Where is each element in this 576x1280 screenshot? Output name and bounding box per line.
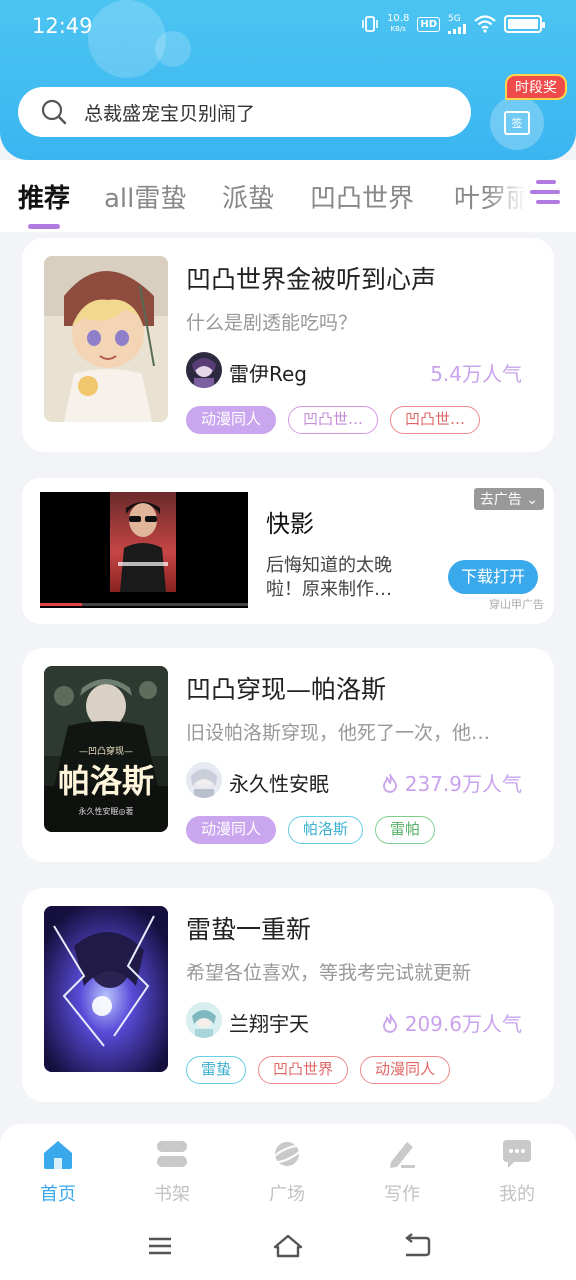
ad-card[interactable]: 快影 后悔知道的太晚啦！原来制作… 去广告 ⌄ 下载打开 穿山甲广告: [22, 478, 554, 624]
author-name: 兰翔宇天: [229, 1012, 309, 1036]
author-name: 雷伊Reg: [229, 362, 307, 386]
home-icon: [44, 1141, 72, 1169]
tag[interactable]: 凹凸世界: [258, 1056, 349, 1084]
tag[interactable]: 动漫同人: [360, 1056, 451, 1084]
popularity: 5.4万人气: [430, 362, 522, 386]
nav-home[interactable]: 首页: [18, 1138, 98, 1206]
video-progress: [40, 603, 248, 606]
tag[interactable]: 雷帕: [375, 816, 436, 844]
status-time: 12:49: [32, 14, 93, 38]
active-tab-indicator: [28, 224, 60, 229]
tag[interactable]: 动漫同人: [186, 406, 277, 434]
book-description: 旧设帕洛斯穿现，他死了一次，他…: [186, 722, 491, 744]
bookshelf-icon: [157, 1141, 187, 1167]
signin-button[interactable]: 签: [490, 96, 544, 150]
nav-write[interactable]: 写作: [362, 1138, 442, 1206]
tag-list: 动漫同人 凹凸世… 凹凸世…: [186, 406, 481, 434]
tab-recommend[interactable]: 推荐: [18, 178, 70, 215]
author-avatar: [186, 352, 222, 388]
system-nav-bar: [0, 1212, 576, 1280]
hd-badge: HD: [417, 16, 440, 32]
book-cover: [44, 906, 168, 1072]
ad-description: 后悔知道的太晚啦！原来制作…: [266, 555, 392, 600]
ad-source: 穿山甲广告: [489, 598, 544, 611]
tag[interactable]: 凹凸世…: [390, 406, 481, 434]
ad-title: 快影: [266, 510, 314, 538]
tab-paizhe[interactable]: 派蛰: [222, 178, 274, 215]
tag[interactable]: 动漫同人: [186, 816, 277, 844]
ad-video-frame: [110, 492, 176, 592]
cover-title: 帕洛斯: [57, 762, 154, 800]
battery-icon: [504, 15, 545, 33]
category-menu-icon[interactable]: [530, 180, 560, 206]
cell-signal: 5G: [448, 14, 466, 34]
status-bar: 12:49 10.8 KB/s HD 5G: [0, 0, 576, 56]
book-card[interactable]: —凹凸穿现— 帕洛斯 永久性安眠◎著 凹凸穿现—帕洛斯 旧设帕洛斯穿现，他死了一…: [22, 648, 554, 862]
flame-icon: [382, 1013, 397, 1033]
popularity: 209.6万人气: [381, 1008, 522, 1037]
net-speed: 10.8 KB/s: [387, 13, 410, 34]
back-icon[interactable]: [402, 1232, 432, 1260]
tab-all-leizhe[interactable]: all雷蛰: [104, 178, 186, 215]
cover-author: 永久性安眠◎著: [78, 807, 134, 816]
book-description: 什么是剧透能吃吗？: [186, 312, 358, 334]
nav-bookshelf[interactable]: 书架: [132, 1138, 212, 1206]
book-cover: [44, 256, 168, 422]
book-card[interactable]: 雷蛰一重新 希望各位喜欢，等我考完试就更新 兰翔宇天 209.6万人气 雷蛰 凹…: [22, 888, 554, 1102]
ad-video[interactable]: [40, 492, 248, 608]
category-tabs: 推荐 all雷蛰 派蛰 凹凸世界 叶罗丽: [0, 160, 576, 232]
search-placeholder: 总裁盛宠宝贝别闹了: [84, 102, 256, 125]
signin-icon: 签: [504, 111, 530, 135]
author-avatar: [186, 762, 222, 798]
popularity: 237.9万人气: [381, 768, 522, 797]
tag[interactable]: 雷蛰: [186, 1056, 247, 1084]
tag[interactable]: 凹凸世…: [288, 406, 379, 434]
book-card[interactable]: 凹凸世界金被听到心声 什么是剧透能吃吗？ 雷伊Reg 5.4万人气 动漫同人 凹…: [22, 238, 554, 452]
bottom-nav: 首页 书架 广场 写作 我的: [0, 1124, 576, 1212]
author-avatar: [186, 1002, 222, 1038]
author-name: 永久性安眠: [229, 772, 329, 796]
book-cover: —凹凸穿现— 帕洛斯 永久性安眠◎著: [44, 666, 168, 832]
search-bar[interactable]: 总裁盛宠宝贝别闹了: [18, 87, 471, 137]
top-header: 12:49 10.8 KB/s HD 5G 总裁盛宠宝贝别闹了: [0, 0, 576, 160]
recents-icon[interactable]: [146, 1232, 174, 1260]
tag-list: 动漫同人 帕洛斯 雷帕: [186, 816, 436, 844]
nav-square[interactable]: 广场: [247, 1138, 327, 1206]
book-title: 凹凸穿现—帕洛斯: [186, 675, 387, 704]
pen-icon: [390, 1142, 415, 1168]
tab-aotu-world[interactable]: 凹凸世界: [310, 178, 414, 215]
status-icons: 10.8 KB/s HD 5G: [361, 13, 545, 34]
book-description: 希望各位喜欢，等我考完试就更新: [186, 962, 472, 984]
remove-ad-button[interactable]: 去广告 ⌄: [473, 488, 544, 510]
home-nav-icon[interactable]: [272, 1232, 304, 1260]
tag[interactable]: 帕洛斯: [288, 816, 364, 844]
wifi-icon: [474, 15, 496, 33]
vibrate-icon: [362, 16, 378, 32]
ad-download-button[interactable]: 下载打开: [448, 560, 538, 594]
flame-icon: [382, 773, 397, 793]
chat-bubble-icon: [503, 1140, 531, 1168]
tag-list: 雷蛰 凹凸世界 动漫同人: [186, 1056, 451, 1084]
search-icon: [41, 99, 67, 125]
book-title: 凹凸世界金被听到心声: [186, 265, 437, 294]
planet-icon: [271, 1142, 303, 1166]
nav-mine[interactable]: 我的: [477, 1138, 557, 1206]
book-title: 雷蛰一重新: [186, 915, 312, 944]
reward-badge: 时段奖: [505, 74, 567, 100]
